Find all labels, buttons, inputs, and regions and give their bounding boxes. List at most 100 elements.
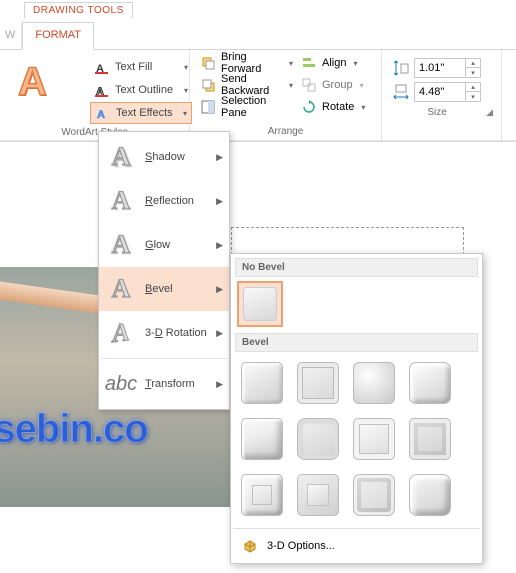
chevron-down-icon: ▾ bbox=[184, 86, 188, 95]
chevron-right-icon: ▶ bbox=[216, 328, 223, 339]
selection-pane-label: Selection Pane bbox=[221, 95, 293, 119]
bevel-preset-9[interactable] bbox=[237, 470, 287, 520]
rotation-3d-icon: A bbox=[105, 317, 137, 349]
bevel-preset-12[interactable] bbox=[405, 470, 455, 520]
width-spinner[interactable]: ▴▾ bbox=[414, 82, 481, 102]
text-outline-label: Text Outline bbox=[115, 84, 177, 96]
chevron-right-icon: ▶ bbox=[216, 240, 223, 251]
fx-glow-item[interactable]: A Glow ▶ bbox=[99, 223, 229, 267]
send-backward-label: Send Backward bbox=[221, 73, 282, 97]
text-outline-button[interactable]: A Text Outline ▾ bbox=[90, 79, 192, 101]
width-input[interactable] bbox=[415, 83, 465, 101]
fx-shadow-item[interactable]: A SShadowhadow ▶ bbox=[99, 135, 229, 179]
selection-pane-icon bbox=[200, 99, 216, 115]
fx-bevel-label: Bevel bbox=[145, 283, 208, 295]
fx-transform-item[interactable]: abc Transform ▶ bbox=[99, 362, 229, 406]
no-bevel-header: No Bevel bbox=[235, 258, 478, 277]
bring-forward-button[interactable]: Bring Forward ▾ bbox=[196, 52, 297, 74]
rotate-button[interactable]: Rotate ▾ bbox=[297, 96, 375, 118]
fx-bevel-item[interactable]: A Bevel ▶ bbox=[99, 267, 229, 311]
height-icon bbox=[392, 59, 410, 77]
dialog-launcher-icon[interactable]: ◢ bbox=[486, 107, 495, 122]
align-label: Align bbox=[322, 57, 346, 69]
chevron-right-icon: ▶ bbox=[216, 379, 223, 390]
rotate-label: Rotate bbox=[322, 101, 354, 113]
text-effects-button[interactable]: A Text Effects ▾ bbox=[90, 102, 192, 124]
text-fill-label: Text Fill bbox=[115, 61, 177, 73]
chevron-right-icon: ▶ bbox=[216, 284, 223, 295]
fx-3d-rotation-item[interactable]: A 3-D Rotation ▶ bbox=[99, 311, 229, 355]
chevron-down-icon: ▾ bbox=[360, 81, 364, 90]
width-icon bbox=[392, 83, 410, 101]
chevron-down-icon: ▾ bbox=[361, 103, 365, 112]
send-backward-button[interactable]: Send Backward ▾ bbox=[196, 74, 297, 96]
svg-text:A: A bbox=[97, 109, 105, 121]
fx-glow-label: Glow bbox=[145, 239, 208, 251]
bevel-preset-8[interactable] bbox=[405, 414, 455, 464]
chevron-down-icon: ▾ bbox=[289, 59, 293, 68]
wordart-gallery[interactable]: A bbox=[10, 56, 90, 124]
bevel-header: Bevel bbox=[235, 333, 478, 352]
wordart-styles-group: A A Text Fill ▾ A Text Outline ▾ bbox=[0, 50, 190, 141]
bevel-preset-10[interactable] bbox=[293, 470, 343, 520]
spin-down-icon[interactable]: ▾ bbox=[466, 92, 480, 101]
height-input[interactable] bbox=[415, 59, 465, 77]
align-icon bbox=[301, 55, 317, 71]
spin-down-icon[interactable]: ▾ bbox=[466, 68, 480, 77]
fx-3d-rotation-label: 3-D Rotation bbox=[145, 327, 208, 339]
bring-forward-label: Bring Forward bbox=[221, 51, 282, 75]
tab-strip: DRAWING TOOLS W FORMAT bbox=[0, 0, 516, 50]
chevron-down-icon: ▾ bbox=[183, 109, 187, 118]
text-outline-icon: A bbox=[94, 82, 110, 98]
bevel-preset-7[interactable] bbox=[349, 414, 399, 464]
chevron-down-icon: ▾ bbox=[289, 81, 293, 90]
selection-outline bbox=[231, 227, 464, 255]
spin-up-icon[interactable]: ▴ bbox=[466, 83, 480, 92]
chevron-down-icon: ▾ bbox=[184, 63, 188, 72]
fx-reflection-label: Reflection bbox=[145, 195, 208, 207]
bevel-preset-4[interactable] bbox=[405, 358, 455, 408]
group-icon bbox=[301, 77, 317, 93]
bevel-preset-2[interactable] bbox=[293, 358, 343, 408]
wordart-preview-A-icon: A bbox=[10, 56, 47, 108]
bevel-preset-6[interactable] bbox=[293, 414, 343, 464]
text-effects-icon: A bbox=[95, 105, 111, 121]
tab-format[interactable]: FORMAT bbox=[22, 22, 94, 50]
reflection-icon: A bbox=[105, 185, 137, 217]
spin-up-icon[interactable]: ▴ bbox=[466, 59, 480, 68]
3d-options-label: 3-D Options... bbox=[267, 540, 335, 552]
bevel-none-option[interactable] bbox=[237, 281, 283, 327]
bevel-preset-1[interactable] bbox=[237, 358, 287, 408]
3d-options-item[interactable]: 3-D Options... bbox=[235, 531, 478, 559]
selection-pane-button[interactable]: Selection Pane bbox=[196, 96, 297, 118]
transform-icon: abc bbox=[105, 368, 137, 400]
bevel-preset-5[interactable] bbox=[237, 414, 287, 464]
fx-shadow-label: SShadowhadow bbox=[145, 151, 208, 163]
slide-text: nsebin.co bbox=[0, 407, 148, 452]
3d-options-icon bbox=[241, 537, 259, 555]
fx-reflection-item[interactable]: A Reflection ▶ bbox=[99, 179, 229, 223]
arrange-group: Bring Forward ▾ Send Backward ▾ Selectio… bbox=[190, 50, 382, 141]
glow-icon: A bbox=[105, 229, 137, 261]
tab-prev[interactable]: W bbox=[0, 22, 22, 50]
size-group-label: Size bbox=[388, 104, 486, 122]
bevel-icon: A bbox=[105, 273, 137, 305]
height-spinner[interactable]: ▴▾ bbox=[414, 58, 481, 78]
bevel-gallery: No Bevel Bevel 3-D Options... bbox=[230, 253, 483, 564]
text-fill-button[interactable]: A Text Fill ▾ bbox=[90, 56, 192, 78]
text-effects-label: Text Effects bbox=[116, 107, 176, 119]
bring-forward-icon bbox=[200, 55, 216, 71]
bevel-preset-3[interactable] bbox=[349, 358, 399, 408]
chevron-right-icon: ▶ bbox=[216, 152, 223, 163]
bevel-preset-11[interactable] bbox=[349, 470, 399, 520]
align-button[interactable]: Align ▾ bbox=[297, 52, 375, 74]
group-button[interactable]: Group ▾ bbox=[297, 74, 375, 96]
chevron-right-icon: ▶ bbox=[216, 196, 223, 207]
fx-transform-label: Transform bbox=[145, 378, 208, 390]
text-fill-icon: A bbox=[94, 59, 110, 75]
text-effects-menu: A SShadowhadow ▶ A Reflection ▶ A Glow ▶… bbox=[98, 131, 230, 410]
shadow-icon: A bbox=[105, 141, 137, 173]
drawing-tools-context-tab: DRAWING TOOLS bbox=[24, 2, 133, 18]
ribbon: A A Text Fill ▾ A Text Outline ▾ bbox=[0, 50, 516, 142]
chevron-down-icon: ▾ bbox=[353, 59, 357, 68]
